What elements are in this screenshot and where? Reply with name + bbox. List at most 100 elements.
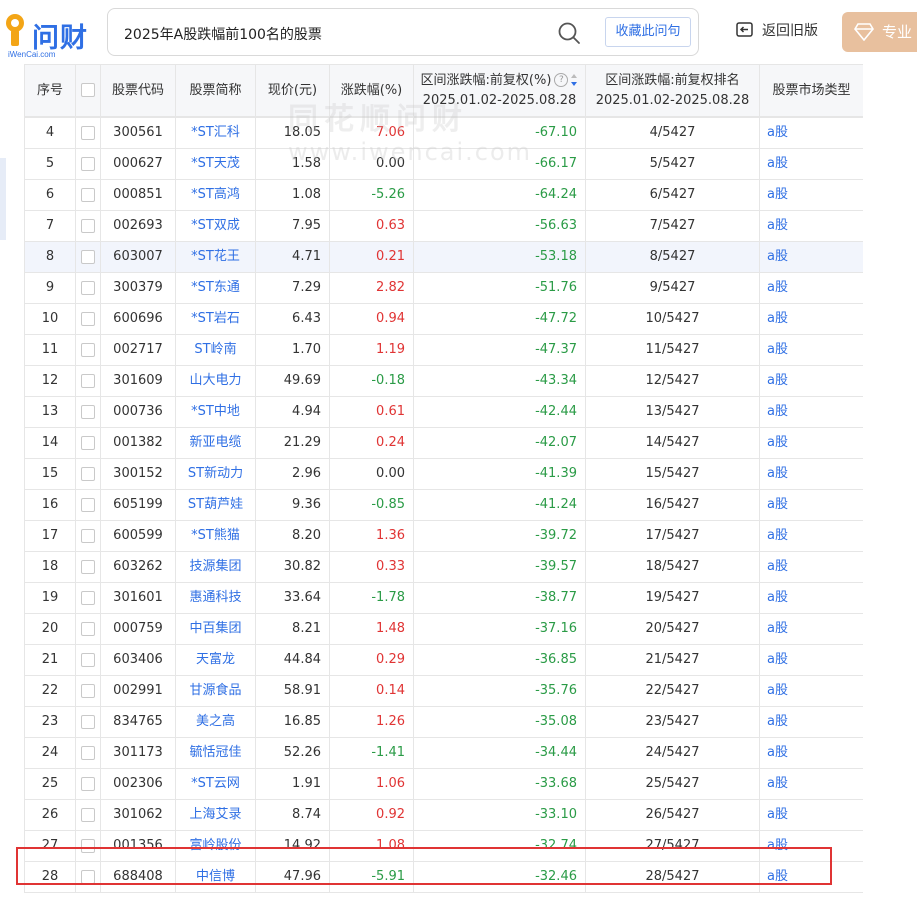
cell-checkbox[interactable] — [75, 706, 101, 738]
table-row[interactable]: 15 300152 ST新动力 2.96 0.00 -41.39 15/5427 a股 — [24, 458, 863, 490]
cell-stock-name-link[interactable]: 天富龙 — [175, 644, 256, 676]
cell-stock-name-link[interactable]: 富岭股份 — [175, 830, 256, 862]
pro-version-button[interactable]: 专业 — [842, 12, 917, 52]
table-row[interactable]: 12 301609 山大电力 49.69 -0.18 -43.34 12/5427 a股 — [24, 365, 863, 397]
row-checkbox[interactable] — [81, 156, 95, 171]
header-checkbox[interactable] — [75, 64, 101, 117]
cell-stock-name-link[interactable]: *ST双成 — [175, 210, 256, 242]
row-checkbox[interactable] — [81, 869, 95, 884]
header-change[interactable]: 涨跌幅(%) — [329, 64, 414, 117]
cell-checkbox[interactable] — [75, 613, 101, 645]
table-row[interactable]: 4 300561 *ST汇科 18.05 7.06 -67.10 4/5427 a股 — [24, 117, 863, 149]
row-checkbox[interactable] — [81, 621, 95, 636]
cell-checkbox[interactable] — [75, 551, 101, 583]
row-checkbox[interactable] — [81, 745, 95, 760]
cell-checkbox[interactable] — [75, 427, 101, 459]
header-code[interactable]: 股票代码 — [100, 64, 176, 117]
cell-checkbox[interactable] — [75, 737, 101, 769]
table-row[interactable]: 18 603262 技源集团 30.82 0.33 -39.57 18/5427 a股 — [24, 551, 863, 583]
row-checkbox[interactable] — [81, 311, 95, 326]
sort-icon[interactable] — [570, 73, 578, 87]
header-range-change[interactable]: 区间涨跌幅:前复权(%)? 2025.01.02-2025.08.28 — [413, 64, 586, 117]
header-range-rank[interactable]: 区间涨跌幅:前复权排名 2025.01.02-2025.08.28 — [585, 64, 760, 117]
cell-market-type-link[interactable]: a股 — [759, 148, 863, 180]
row-checkbox[interactable] — [81, 838, 95, 853]
cell-checkbox[interactable] — [75, 272, 101, 304]
cell-stock-name-link[interactable]: *ST熊猫 — [175, 520, 256, 552]
cell-market-type-link[interactable]: a股 — [759, 365, 863, 397]
cell-checkbox[interactable] — [75, 644, 101, 676]
cell-checkbox[interactable] — [75, 675, 101, 707]
cell-checkbox[interactable] — [75, 303, 101, 335]
row-checkbox[interactable] — [81, 497, 95, 512]
cell-stock-name-link[interactable]: 山大电力 — [175, 365, 256, 397]
table-row[interactable]: 21 603406 天富龙 44.84 0.29 -36.85 21/5427 a股 — [24, 644, 863, 676]
select-all-checkbox[interactable] — [81, 83, 95, 97]
table-row[interactable]: 9 300379 *ST东通 7.29 2.82 -51.76 9/5427 a股 — [24, 272, 863, 304]
cell-checkbox[interactable] — [75, 148, 101, 180]
search-input[interactable]: 2025年A股跌幅前100名的股票 — [124, 24, 322, 44]
collect-question-button[interactable]: 收藏此问句 — [605, 17, 691, 47]
cell-market-type-link[interactable]: a股 — [759, 706, 863, 738]
row-checkbox[interactable] — [81, 342, 95, 357]
row-checkbox[interactable] — [81, 559, 95, 574]
cell-market-type-link[interactable]: a股 — [759, 830, 863, 862]
cell-stock-name-link[interactable]: 新亚电缆 — [175, 427, 256, 459]
search-icon[interactable] — [557, 21, 581, 45]
cell-checkbox[interactable] — [75, 582, 101, 614]
row-checkbox[interactable] — [81, 466, 95, 481]
search-box[interactable]: 2025年A股跌幅前100名的股票 收藏此问句 — [107, 8, 699, 56]
cell-stock-name-link[interactable]: *ST东通 — [175, 272, 256, 304]
cell-checkbox[interactable] — [75, 334, 101, 366]
cell-checkbox[interactable] — [75, 179, 101, 211]
cell-market-type-link[interactable]: a股 — [759, 737, 863, 769]
cell-checkbox[interactable] — [75, 768, 101, 800]
row-checkbox[interactable] — [81, 218, 95, 233]
cell-market-type-link[interactable]: a股 — [759, 179, 863, 211]
row-checkbox[interactable] — [81, 125, 95, 140]
header-price[interactable]: 现价(元) — [255, 64, 330, 117]
cell-checkbox[interactable] — [75, 489, 101, 521]
cell-checkbox[interactable] — [75, 830, 101, 862]
cell-market-type-link[interactable]: a股 — [759, 458, 863, 490]
table-row[interactable]: 26 301062 上海艾录 8.74 0.92 -33.10 26/5427 a股 — [24, 799, 863, 831]
cell-market-type-link[interactable]: a股 — [759, 551, 863, 583]
row-checkbox[interactable] — [81, 373, 95, 388]
cell-market-type-link[interactable]: a股 — [759, 613, 863, 645]
row-checkbox[interactable] — [81, 652, 95, 667]
cell-stock-name-link[interactable]: 美之高 — [175, 706, 256, 738]
table-row[interactable]: 27 001356 富岭股份 14.92 1.08 -32.74 27/5427 a股 — [24, 830, 863, 862]
cell-checkbox[interactable] — [75, 117, 101, 149]
cell-stock-name-link[interactable]: 甘源食品 — [175, 675, 256, 707]
row-checkbox[interactable] — [81, 683, 95, 698]
cell-stock-name-link[interactable]: *ST中地 — [175, 396, 256, 428]
cell-checkbox[interactable] — [75, 458, 101, 490]
cell-market-type-link[interactable]: a股 — [759, 334, 863, 366]
cell-market-type-link[interactable]: a股 — [759, 644, 863, 676]
header-market-type[interactable]: 股票市场类型 — [759, 64, 863, 117]
cell-checkbox[interactable] — [75, 396, 101, 428]
cell-stock-name-link[interactable]: *ST天茂 — [175, 148, 256, 180]
header-name[interactable]: 股票简称 — [175, 64, 256, 117]
table-row[interactable]: 10 600696 *ST岩石 6.43 0.94 -47.72 10/5427 a股 — [24, 303, 863, 335]
cell-market-type-link[interactable]: a股 — [759, 799, 863, 831]
cell-market-type-link[interactable]: a股 — [759, 427, 863, 459]
cell-stock-name-link[interactable]: ST新动力 — [175, 458, 256, 490]
table-row[interactable]: 7 002693 *ST双成 7.95 0.63 -56.63 7/5427 a股 — [24, 210, 863, 242]
cell-checkbox[interactable] — [75, 520, 101, 552]
table-row[interactable]: 5 000627 *ST天茂 1.58 0.00 -66.17 5/5427 a股 — [24, 148, 863, 180]
table-row[interactable]: 24 301173 毓恬冠佳 52.26 -1.41 -34.44 24/5427 a股 — [24, 737, 863, 769]
cell-market-type-link[interactable]: a股 — [759, 768, 863, 800]
table-row[interactable]: 13 000736 *ST中地 4.94 0.61 -42.44 13/5427 a股 — [24, 396, 863, 428]
logo[interactable]: 问财 iWenCai.com — [4, 10, 88, 59]
cell-stock-name-link[interactable]: 中信博 — [175, 861, 256, 893]
table-row[interactable]: 25 002306 *ST云网 1.91 1.06 -33.68 25/5427 a股 — [24, 768, 863, 800]
results-table-container[interactable]: 序号 股票代码 股票简称 现价(元) 涨跌幅(%) 区间涨跌幅:前复权(%)? … — [24, 64, 863, 897]
row-checkbox[interactable] — [81, 249, 95, 264]
cell-stock-name-link[interactable]: *ST高鸿 — [175, 179, 256, 211]
row-checkbox[interactable] — [81, 435, 95, 450]
cell-market-type-link[interactable]: a股 — [759, 582, 863, 614]
cell-market-type-link[interactable]: a股 — [759, 117, 863, 149]
cell-stock-name-link[interactable]: *ST花王 — [175, 241, 256, 273]
cell-market-type-link[interactable]: a股 — [759, 520, 863, 552]
